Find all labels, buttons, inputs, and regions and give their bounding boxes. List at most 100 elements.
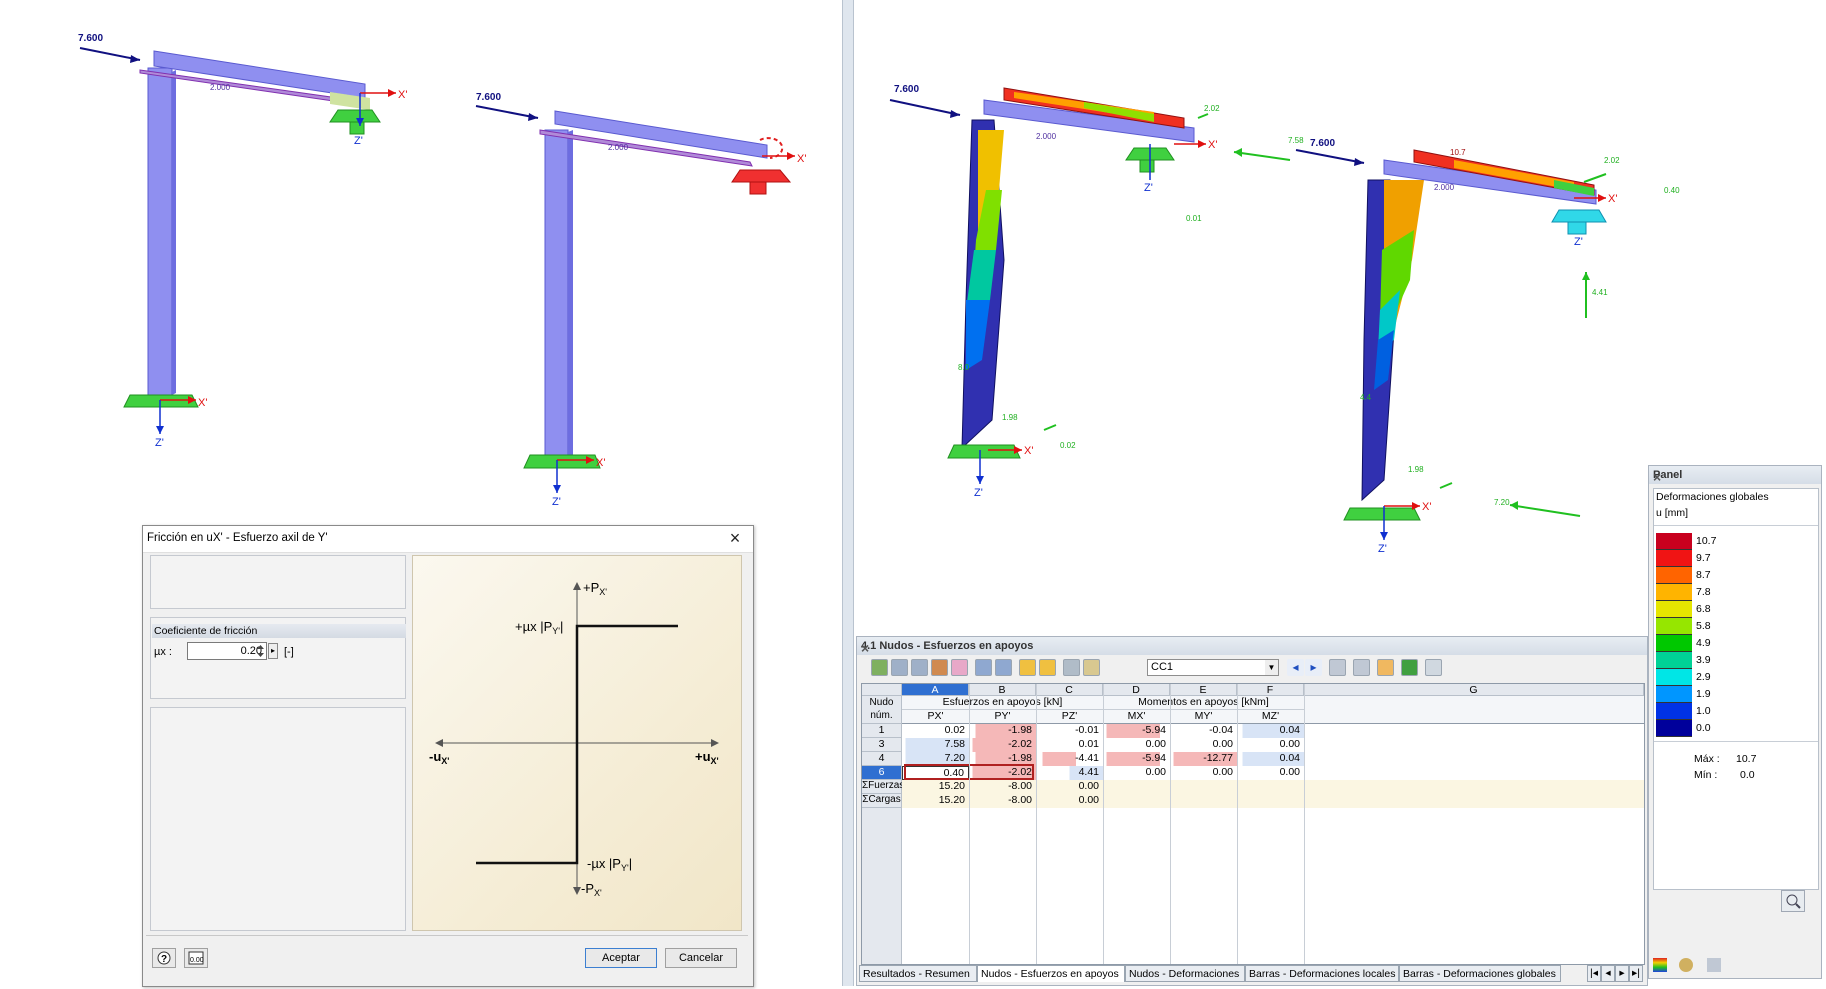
dialog-bottom-panel: [150, 707, 406, 931]
view-icon[interactable]: [1063, 659, 1080, 676]
column-header[interactable]: A: [902, 684, 969, 696]
reaction-label: 0.01: [1186, 214, 1202, 223]
tab-node-deformations[interactable]: Nudos - Deformaciones: [1125, 965, 1245, 982]
relation-icon[interactable]: [1377, 659, 1394, 676]
color-scale-icon[interactable]: [931, 659, 948, 676]
legend-swatch: [1656, 533, 1692, 550]
table-cell[interactable]: -0.01: [1036, 724, 1103, 738]
legend-swatch: [1656, 618, 1692, 635]
table-cell[interactable]: -12.77: [1170, 752, 1237, 766]
table-cell[interactable]: 0.00: [1170, 766, 1237, 780]
table-cell[interactable]: -5.94: [1103, 724, 1170, 738]
excel-icon[interactable]: [1401, 659, 1418, 676]
table-cell[interactable]: 0.00: [1237, 766, 1304, 780]
spin-icon[interactable]: [255, 643, 266, 659]
row-header[interactable]: 6: [862, 766, 902, 780]
undo-icon[interactable]: [1019, 659, 1036, 676]
row-header[interactable]: 1: [862, 724, 902, 738]
table-cell[interactable]: 0.04: [1237, 724, 1304, 738]
first-tab-icon[interactable]: |◂: [1587, 965, 1601, 982]
excel-export-icon[interactable]: [871, 659, 888, 676]
column-header[interactable]: D: [1103, 684, 1170, 696]
axis-x-label: X': [596, 457, 605, 469]
column-header[interactable]: E: [1170, 684, 1237, 696]
close-icon[interactable]: ×: [861, 640, 1641, 656]
filter-icon[interactable]: [891, 659, 908, 676]
legend-swatch: [1656, 550, 1692, 567]
table-cell[interactable]: 0.00: [1103, 738, 1170, 752]
close-icon[interactable]: ×: [1653, 469, 1815, 485]
redo-icon[interactable]: [1039, 659, 1056, 676]
tab-results-summary[interactable]: Resultados - Resumen: [859, 965, 977, 982]
table-cell[interactable]: 0.04: [1237, 752, 1304, 766]
prev-tab-icon[interactable]: ◂: [1601, 965, 1615, 982]
table-titlebar[interactable]: 4.1 Nudos - Esfuerzos en apoyos ×: [857, 637, 1647, 656]
next-table-icon[interactable]: [995, 659, 1012, 676]
ok-button[interactable]: Aceptar: [585, 948, 657, 968]
table-cell[interactable]: 0.00: [1170, 738, 1237, 752]
panel-titlebar[interactable]: Panel ×: [1649, 466, 1821, 485]
row-header[interactable]: 4: [862, 752, 902, 766]
color-scale-icon[interactable]: [1653, 958, 1667, 972]
table-cell[interactable]: -0.04: [1170, 724, 1237, 738]
table-cell[interactable]: -2.02: [969, 738, 1036, 752]
sub-header: MX': [1103, 710, 1170, 724]
legend-value: 8.7: [1696, 569, 1711, 581]
help-button[interactable]: ?: [152, 948, 176, 968]
table-cell[interactable]: 0.00: [1103, 766, 1170, 780]
next-tab-icon[interactable]: ▸: [1615, 965, 1629, 982]
previous-table-icon[interactable]: [975, 659, 992, 676]
svg-text:?: ?: [161, 954, 167, 965]
calculator-icon[interactable]: [1425, 659, 1442, 676]
sum-row-fill: [1103, 794, 1644, 808]
close-icon[interactable]: ×: [725, 528, 745, 548]
units-button[interactable]: 0.00: [184, 948, 208, 968]
zoom-button[interactable]: [1781, 890, 1805, 912]
deformation-max-label: 10.7: [1450, 148, 1466, 157]
table-cell[interactable]: -5.94: [1103, 752, 1170, 766]
chevron-down-icon[interactable]: ▼: [1265, 660, 1278, 675]
columns-icon[interactable]: [911, 659, 928, 676]
dim-label-1: 2.000: [210, 83, 231, 92]
table-cell: -8.00: [969, 780, 1036, 794]
scale-icon[interactable]: [1679, 958, 1693, 972]
column-header[interactable]: B: [969, 684, 1036, 696]
table-cell[interactable]: -1.98: [969, 724, 1036, 738]
reaction-label: 2.02: [1604, 156, 1620, 165]
table-cell[interactable]: 7.58: [902, 738, 969, 752]
previous-lc-icon[interactable]: ◂: [1287, 659, 1304, 676]
settings-icon[interactable]: [1707, 958, 1721, 972]
legend-value: 4.9: [1696, 637, 1711, 649]
table-cell[interactable]: -4.41: [1036, 752, 1103, 766]
cancel-button[interactable]: Cancelar: [665, 948, 737, 968]
plus-u-label: +uX': [695, 749, 719, 766]
legend-swatch: [1656, 567, 1692, 584]
legend-swatch: [1656, 686, 1692, 703]
axis-z-label: Z': [552, 496, 561, 508]
chart-icon[interactable]: [951, 659, 968, 676]
table-cell: -8.00: [969, 794, 1036, 808]
last-tab-icon[interactable]: ▸|: [1629, 965, 1643, 982]
legend-unit: u [mm]: [1656, 507, 1689, 519]
load-case-select[interactable]: CC1: [1147, 659, 1279, 676]
column-header[interactable]: F: [1237, 684, 1304, 696]
dialog-titlebar[interactable]: Fricción en uX' - Esfuerzo axil de Y' ×: [143, 526, 753, 553]
row-header[interactable]: 3: [862, 738, 902, 752]
table-cell[interactable]: 0.02: [902, 724, 969, 738]
tab-member-local-deformations[interactable]: Barras - Deformaciones locales: [1245, 965, 1399, 982]
table-cell[interactable]: 0.01: [1036, 738, 1103, 752]
search-icon[interactable]: [1353, 659, 1370, 676]
table-cell[interactable]: 4.41: [1036, 766, 1103, 780]
tab-node-support-forces[interactable]: Nudos - Esfuerzos en apoyos: [977, 965, 1125, 982]
axis-x-label: X': [1422, 501, 1431, 513]
table-cell[interactable]: 0.00: [1237, 738, 1304, 752]
next-lc-icon[interactable]: ▸: [1305, 659, 1322, 676]
column-header[interactable]: G: [1304, 684, 1644, 696]
view-splitter[interactable]: [842, 0, 854, 986]
print-icon[interactable]: [1083, 659, 1100, 676]
tab-member-global-deformations[interactable]: Barras - Deformaciones globales: [1399, 965, 1561, 982]
select-icon[interactable]: [1329, 659, 1346, 676]
value-menu-icon[interactable]: ▸: [268, 643, 278, 659]
load-label-1: 7.600: [78, 33, 103, 44]
column-header[interactable]: C: [1036, 684, 1103, 696]
